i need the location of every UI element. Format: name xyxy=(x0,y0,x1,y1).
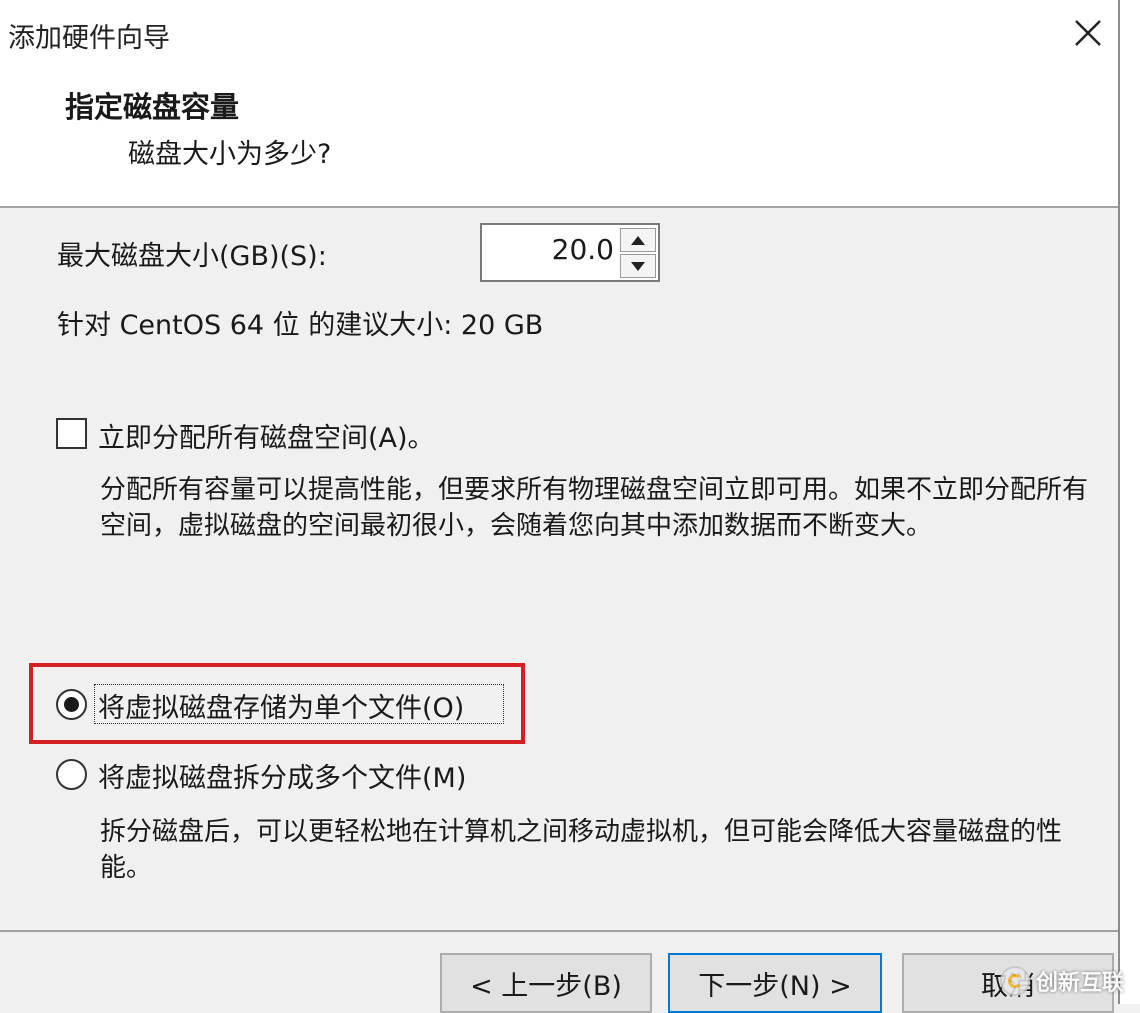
page-subtitle: 磁盘大小为多少? xyxy=(128,139,332,170)
back-button[interactable]: < 上一步(B) xyxy=(440,953,652,1013)
window-title: 添加硬件向导 xyxy=(8,23,170,54)
split-files-label[interactable]: 将虚拟磁盘拆分成多个文件(M) xyxy=(98,756,466,795)
title-bar: 添加硬件向导 xyxy=(0,0,1118,66)
single-file-label[interactable]: 将虚拟磁盘存储为单个文件(O) xyxy=(98,686,464,725)
footer-divider xyxy=(0,930,1118,932)
spin-up-button[interactable] xyxy=(620,228,656,252)
disk-size-spinbox[interactable]: 20.0 xyxy=(480,223,660,282)
allocate-all-label[interactable]: 立即分配所有磁盘空间(A)。 xyxy=(98,416,435,455)
watermark: 创新互联 xyxy=(1000,958,1140,1004)
wizard-header: 指定磁盘容量 磁盘大小为多少? xyxy=(0,66,1118,206)
header-divider xyxy=(0,206,1118,208)
split-files-radio[interactable] xyxy=(56,759,87,790)
background-window-edge xyxy=(1118,0,1140,1004)
recommended-size-text: 针对 CentOS 64 位 的建议大小: 20 GB xyxy=(57,310,544,341)
allocate-all-checkbox[interactable] xyxy=(56,418,87,449)
disk-size-input[interactable]: 20.0 xyxy=(482,233,614,266)
arrow-down-icon xyxy=(631,261,645,271)
close-icon xyxy=(1075,20,1101,46)
close-button[interactable] xyxy=(1060,6,1116,60)
allocate-all-description: 分配所有容量可以提高性能，但要求所有物理磁盘空间立即可用。如果不立即分配所有空间… xyxy=(100,475,1089,541)
split-files-description: 拆分磁盘后，可以更轻松地在计算机之间移动虚拟机，但可能会降低大容量磁盘的性能。 xyxy=(100,817,1063,883)
next-button[interactable]: 下一步(N) > xyxy=(668,953,882,1013)
page-title: 指定磁盘容量 xyxy=(65,90,240,124)
disk-size-label: 最大磁盘大小(GB)(S): xyxy=(57,241,327,272)
watermark-text: 创新互联 xyxy=(1036,971,1125,996)
arrow-up-icon xyxy=(631,235,645,245)
spin-down-button[interactable] xyxy=(620,254,656,278)
watermark-logo-icon xyxy=(1000,966,1030,996)
radio-selected-dot xyxy=(64,697,79,712)
single-file-radio[interactable] xyxy=(56,689,87,720)
